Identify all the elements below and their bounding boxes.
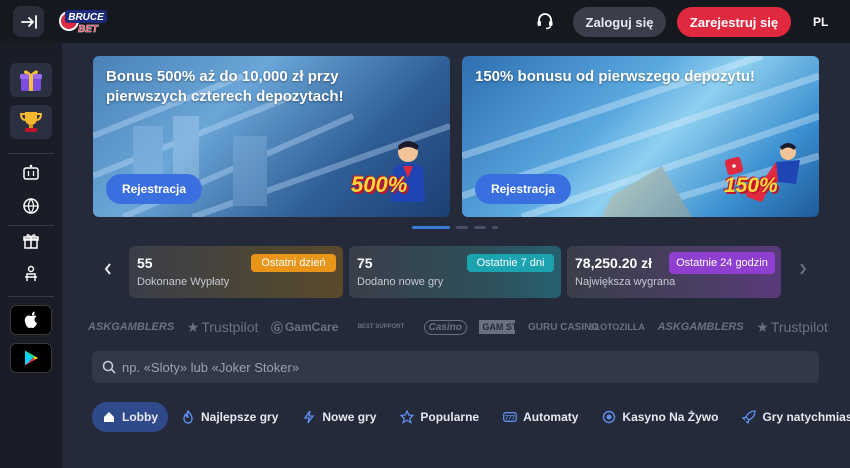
stats-prev-arrow[interactable] — [103, 262, 113, 281]
partner-logo: ASKGAMBLERS — [657, 321, 744, 333]
stat-period-badge: Ostatni dzień — [251, 254, 336, 272]
stat-value: 55 — [137, 255, 153, 271]
partner-logo: ★ Trustpilot — [186, 318, 259, 336]
sidebar-item-live[interactable] — [21, 264, 41, 284]
support-headset-icon — [537, 13, 553, 30]
stat-card-biggest-win: 78,250.20 zł Największa wygrana Ostatnie… — [567, 246, 781, 298]
tab-new-games[interactable]: Nowe gry — [291, 402, 387, 432]
partner-logos: ASKGAMBLERS ★ Trustpilot Ⓖ GamCare BEST SU… — [88, 312, 828, 342]
present-icon — [23, 234, 39, 249]
tab-label: Nowe gry — [322, 410, 377, 424]
game-category-tabs: Lobby Najlepsze gry Nowe gry Popularne 7… — [92, 402, 850, 432]
tab-lobby[interactable]: Lobby — [92, 402, 168, 432]
slot-machine-icon — [23, 164, 39, 180]
menu-collapse-icon — [20, 14, 37, 29]
home-icon — [102, 410, 116, 424]
tab-label: Gry natychmiastowe — [762, 410, 850, 424]
language-selector[interactable]: PL — [813, 15, 828, 29]
stat-period-badge: Ostatnie 24 godzin — [669, 252, 775, 274]
tab-label: Automaty — [523, 410, 579, 424]
slot-777-icon: 777 — [503, 410, 518, 424]
sidebar-item-bonus[interactable] — [21, 231, 41, 251]
carousel-dot-active[interactable] — [412, 226, 450, 229]
brand-logo[interactable]: BRUCE BET — [58, 6, 110, 36]
partner-logo: ASKGAMBLERS — [88, 321, 175, 333]
stat-period-badge: Ostatnie 7 dni — [467, 254, 554, 272]
carousel-dot[interactable] — [474, 226, 486, 229]
tab-label: Najlepsze gry — [201, 410, 279, 424]
sidebar-item-gift[interactable] — [10, 63, 52, 97]
star-icon: ★ — [186, 318, 200, 335]
partner-logo: Ⓖ GamCare — [270, 320, 339, 335]
chevron-right-icon — [800, 263, 807, 275]
ball-icon — [23, 198, 39, 214]
star-icon — [400, 410, 415, 424]
sidebar-divider — [8, 153, 54, 154]
stat-value: 78,250.20 zł — [575, 255, 653, 271]
tab-instant-games[interactable]: Gry natychmiastowe — [731, 402, 850, 432]
tab-live-casino[interactable]: Kasyno Na Żywo — [591, 402, 729, 432]
search-input[interactable] — [122, 351, 802, 383]
banner-title: 150% bonusu od pierwszego depozytu! — [475, 68, 756, 85]
sidebar-item-sport[interactable] — [21, 196, 41, 216]
partner-logo: ★ Trustpilot — [756, 318, 828, 336]
search-icon — [102, 360, 116, 374]
partner-logo: SLOTOZILLA — [588, 322, 645, 332]
support-button[interactable] — [535, 11, 555, 31]
stat-card-new-games: 75 Dodano nowe gry Ostatnie 7 dni — [349, 246, 561, 298]
svg-text:BET: BET — [78, 24, 99, 35]
menu-collapse-button[interactable] — [13, 6, 44, 37]
flame-icon — [181, 410, 195, 424]
partner-logo: BEST SUPPORT — [357, 324, 405, 330]
top-bar: BRUCE BET Zaloguj się Zarejestruj się PL — [0, 0, 850, 43]
apple-icon — [24, 311, 37, 328]
partner-logo: Casino — [423, 319, 467, 335]
gamcare-icon: Ⓖ — [270, 320, 283, 335]
banner-register-button[interactable]: Rejestracja — [475, 174, 571, 204]
partner-logo: GAM STOP — [479, 320, 530, 334]
rocket-icon — [742, 410, 757, 424]
sidebar-item-trophy[interactable] — [10, 105, 52, 139]
star-icon: ★ — [756, 318, 769, 335]
svg-text:BRUCE: BRUCE — [68, 12, 104, 23]
tab-top-games[interactable]: Najlepsze gry — [170, 402, 289, 432]
stats-next-arrow[interactable] — [798, 262, 808, 281]
tab-label: Lobby — [122, 410, 158, 424]
carousel-dot[interactable] — [492, 226, 498, 229]
promo-badge: 150% — [724, 174, 778, 197]
stat-value: 75 — [357, 255, 373, 271]
promo-badge: 500% — [351, 172, 408, 197]
google-play-icon — [25, 350, 38, 366]
lightning-icon — [302, 410, 316, 424]
sidebar-divider — [8, 225, 54, 226]
tab-slots[interactable]: 777 Automaty — [492, 402, 589, 432]
banner-title: Bonus 500% aż do 10,000 zł przy pierwszy… — [106, 68, 344, 105]
live-dot-icon — [602, 410, 616, 424]
tab-label: Kasyno Na Żywo — [622, 410, 719, 424]
carousel-dot[interactable] — [456, 226, 468, 229]
gift-icon — [20, 70, 42, 91]
svg-text:777: 777 — [505, 416, 516, 422]
sidebar-item-slots[interactable] — [21, 163, 41, 183]
dealer-icon — [25, 265, 37, 281]
trophy-icon — [19, 112, 43, 132]
google-play-button[interactable] — [10, 343, 52, 373]
stat-label: Dokonane Wypłaty — [137, 276, 230, 288]
stat-card-payouts: 55 Dokonane Wypłaty Ostatni dzień — [129, 246, 343, 298]
register-button[interactable]: Zarejestruj się — [677, 7, 791, 37]
tab-label: Popularne — [420, 410, 480, 424]
login-button[interactable]: Zaloguj się — [573, 7, 666, 37]
sidebar-divider — [8, 296, 54, 297]
sidebar — [0, 43, 62, 468]
chevron-left-icon — [104, 263, 111, 275]
stat-label: Największa wygrana — [575, 276, 676, 288]
partner-logo: GURU CASINO — [528, 321, 600, 333]
app-store-button[interactable] — [10, 305, 52, 335]
search-bar — [92, 351, 819, 383]
tab-popular[interactable]: Popularne — [389, 402, 490, 432]
stat-label: Dodano nowe gry — [357, 276, 444, 288]
banner-register-button[interactable]: Rejestracja — [106, 174, 202, 204]
promo-banner-1[interactable]: Bonus 500% aż do 10,000 zł przy pierwszy… — [93, 56, 450, 217]
promo-banner-2[interactable]: 150% bonusu od pierwszego depozytu! Reje… — [462, 56, 819, 217]
